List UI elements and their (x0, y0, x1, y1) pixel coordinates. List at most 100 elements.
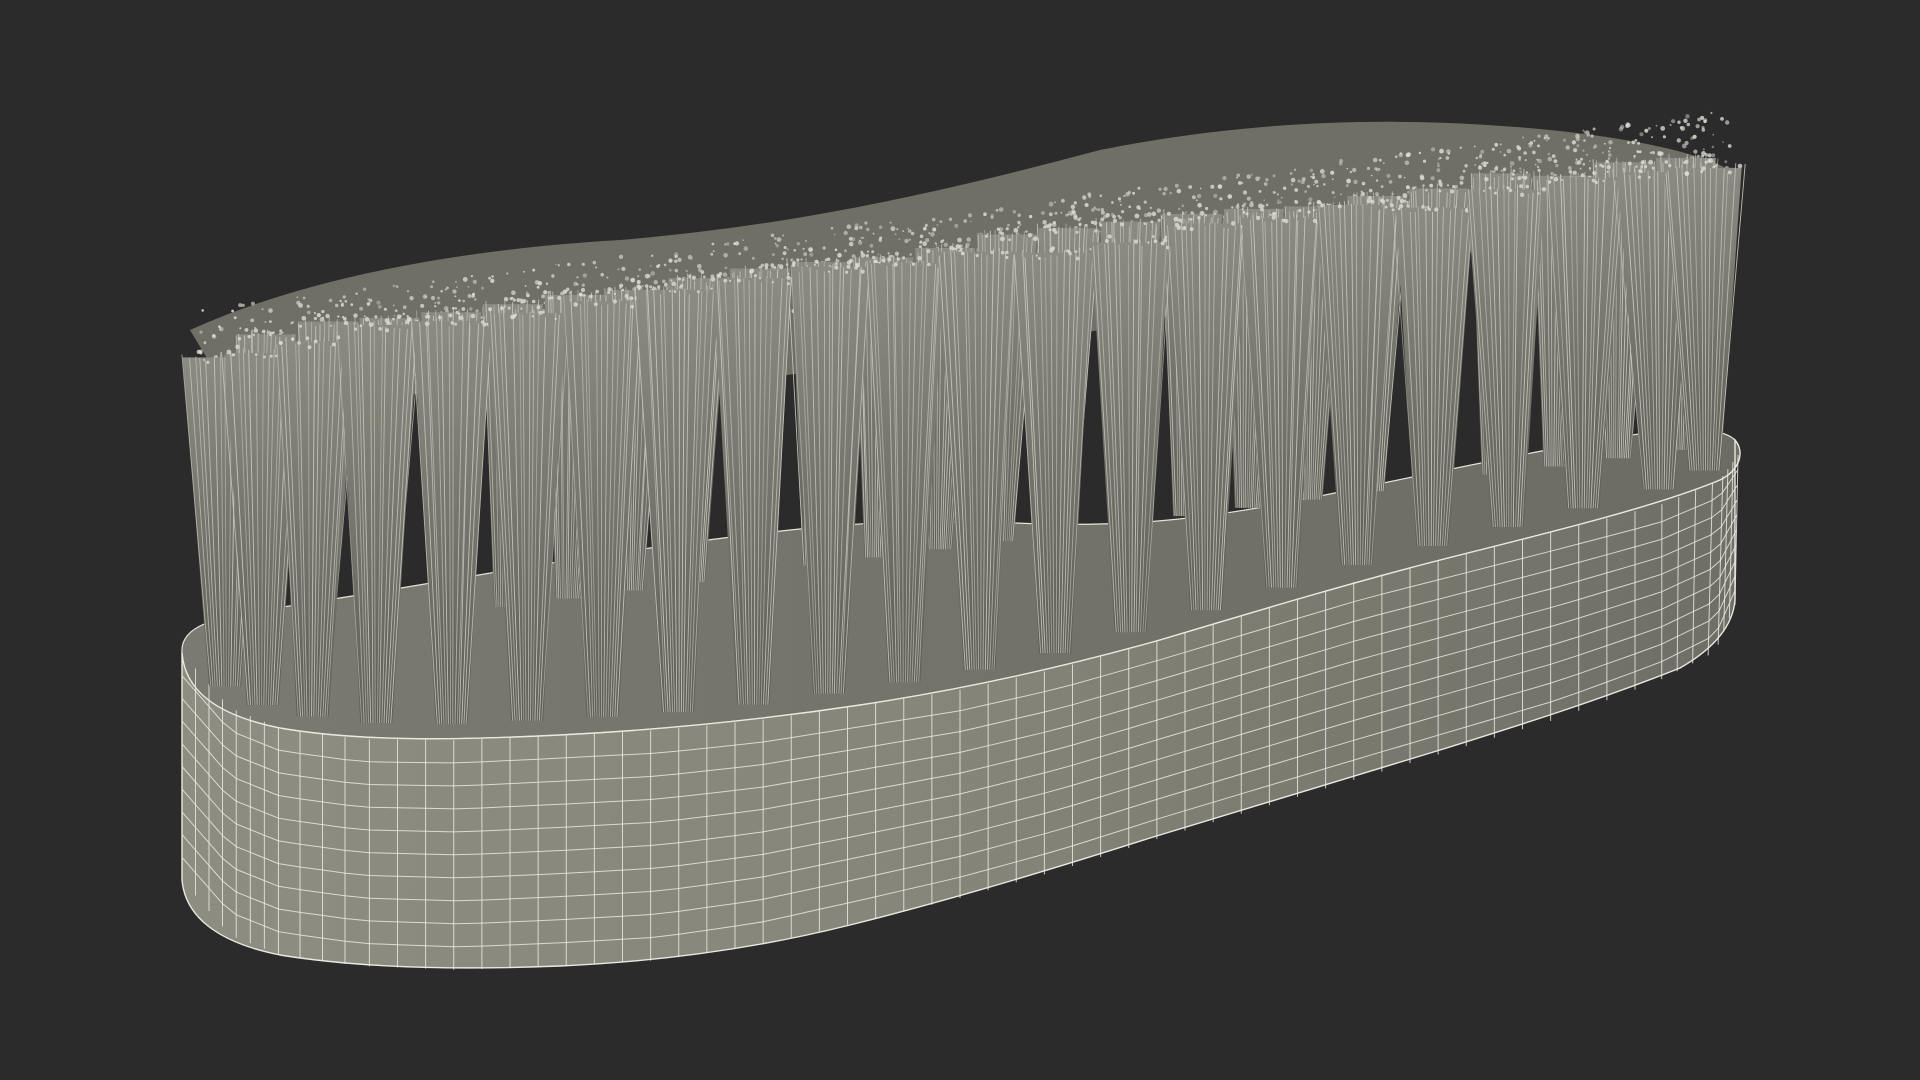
bristle-tip (1412, 186, 1416, 190)
bristle-tip (865, 254, 870, 258)
bristle-tip (264, 321, 267, 323)
bristle-tip (488, 276, 491, 280)
bristle-tip (1077, 218, 1081, 222)
bristle-tip (773, 237, 777, 240)
bristle-tip (1380, 199, 1386, 204)
bristle-tip (1631, 140, 1636, 145)
bristle-tip (1575, 133, 1580, 139)
bristle-tip (1051, 246, 1055, 251)
3d-viewport[interactable] (0, 0, 1920, 1080)
bristle-tip (1005, 255, 1009, 260)
bristle-tip (802, 247, 805, 251)
bristle-tip (1189, 227, 1194, 232)
bristle-tip (392, 284, 396, 288)
bristle-tip (364, 316, 370, 322)
bristle-tip (1575, 158, 1578, 161)
brush-model (181, 111, 1746, 970)
bristle-tip (1529, 141, 1534, 145)
bristle-tip (1121, 210, 1125, 214)
bristle-tip (805, 239, 807, 242)
bristle-tip (448, 313, 453, 318)
bristle-tip (537, 281, 543, 286)
bristle-tip (490, 278, 495, 283)
bristle-tip (1547, 180, 1552, 184)
bristle-tip (1005, 250, 1009, 255)
bristle-tip (1307, 210, 1311, 214)
bristle-tip (531, 299, 536, 304)
bristle-tip (621, 266, 626, 271)
bristle-tip (618, 254, 624, 259)
bristle-tip (1007, 223, 1010, 227)
bristle-tip (595, 289, 599, 294)
bristle-tip (928, 232, 931, 235)
bristle-tip (637, 275, 640, 278)
bristle-tip (254, 353, 258, 357)
bristle-tip (1150, 220, 1154, 224)
bristle-tip (1725, 120, 1730, 125)
bristle-tip (1420, 175, 1425, 181)
bristle-tip (943, 242, 948, 247)
bristle-tip (520, 307, 523, 310)
bristle-tip (426, 312, 429, 315)
bristle-tip (1199, 210, 1205, 216)
bristle-tip (1027, 232, 1033, 238)
bristle-tip (961, 252, 964, 255)
bristle-tip (822, 246, 826, 250)
bristle-tip (1308, 201, 1312, 205)
bristle-tip (983, 212, 987, 216)
bristle-tip (350, 303, 354, 306)
bristle-tip (1555, 163, 1559, 168)
bristle-tip (1737, 163, 1743, 169)
bristle-tip (669, 290, 671, 293)
bristle-tip (420, 303, 425, 308)
bristle-tip (366, 302, 371, 306)
bristle-tip (1255, 176, 1260, 182)
bristle-tip (1450, 189, 1455, 194)
bristle-tip (673, 290, 677, 293)
bristle-tip (691, 258, 693, 260)
bristle-tip (1573, 148, 1578, 153)
bristle-tip (954, 223, 959, 228)
bristle-tip (1242, 210, 1246, 214)
bristle-tip (1707, 153, 1712, 158)
bristle-tip (607, 291, 611, 295)
bristle-tip (1345, 184, 1349, 188)
bristle-tip (272, 331, 275, 334)
bristle-tip (1149, 206, 1153, 210)
bristle-tip (507, 306, 511, 310)
bristle-tip (970, 220, 972, 223)
bristle-tip (510, 314, 515, 320)
bristle-tip (1037, 257, 1041, 260)
bristle-tip (1294, 188, 1299, 192)
bristle-tip (613, 292, 617, 295)
bristle-tip (872, 255, 876, 260)
bristle-tip (837, 252, 842, 258)
bristle-tip (589, 294, 593, 299)
bristle-tip (374, 315, 378, 319)
bristle-tip (378, 327, 383, 331)
bristle-tip (430, 295, 436, 301)
bristle-tip (238, 303, 243, 308)
bristle-tip (1323, 183, 1326, 186)
bristle-tip (1482, 189, 1485, 192)
bristle-tip (1648, 176, 1651, 179)
bristle-tip (378, 305, 382, 309)
bristle-tip (911, 262, 916, 266)
bristle-tip (1117, 214, 1120, 218)
bristle-tip (392, 304, 395, 307)
bristle-tip (299, 324, 302, 328)
bristle-tip (1107, 234, 1112, 239)
bristle-tip (302, 296, 306, 300)
bristle-tip (949, 245, 954, 251)
bristle-tip (626, 297, 629, 300)
bristle-tip (1153, 239, 1158, 244)
bristle-tip (1370, 174, 1373, 177)
bristle-tip (1074, 250, 1078, 253)
bristle-tip (866, 250, 870, 253)
bristle-tip (261, 308, 264, 311)
bristle-tip (862, 236, 865, 239)
bristle-tip (1418, 151, 1422, 155)
bristle-tip (1657, 152, 1661, 156)
bristle-tip (1403, 176, 1406, 179)
bristle-tip (1637, 175, 1642, 179)
